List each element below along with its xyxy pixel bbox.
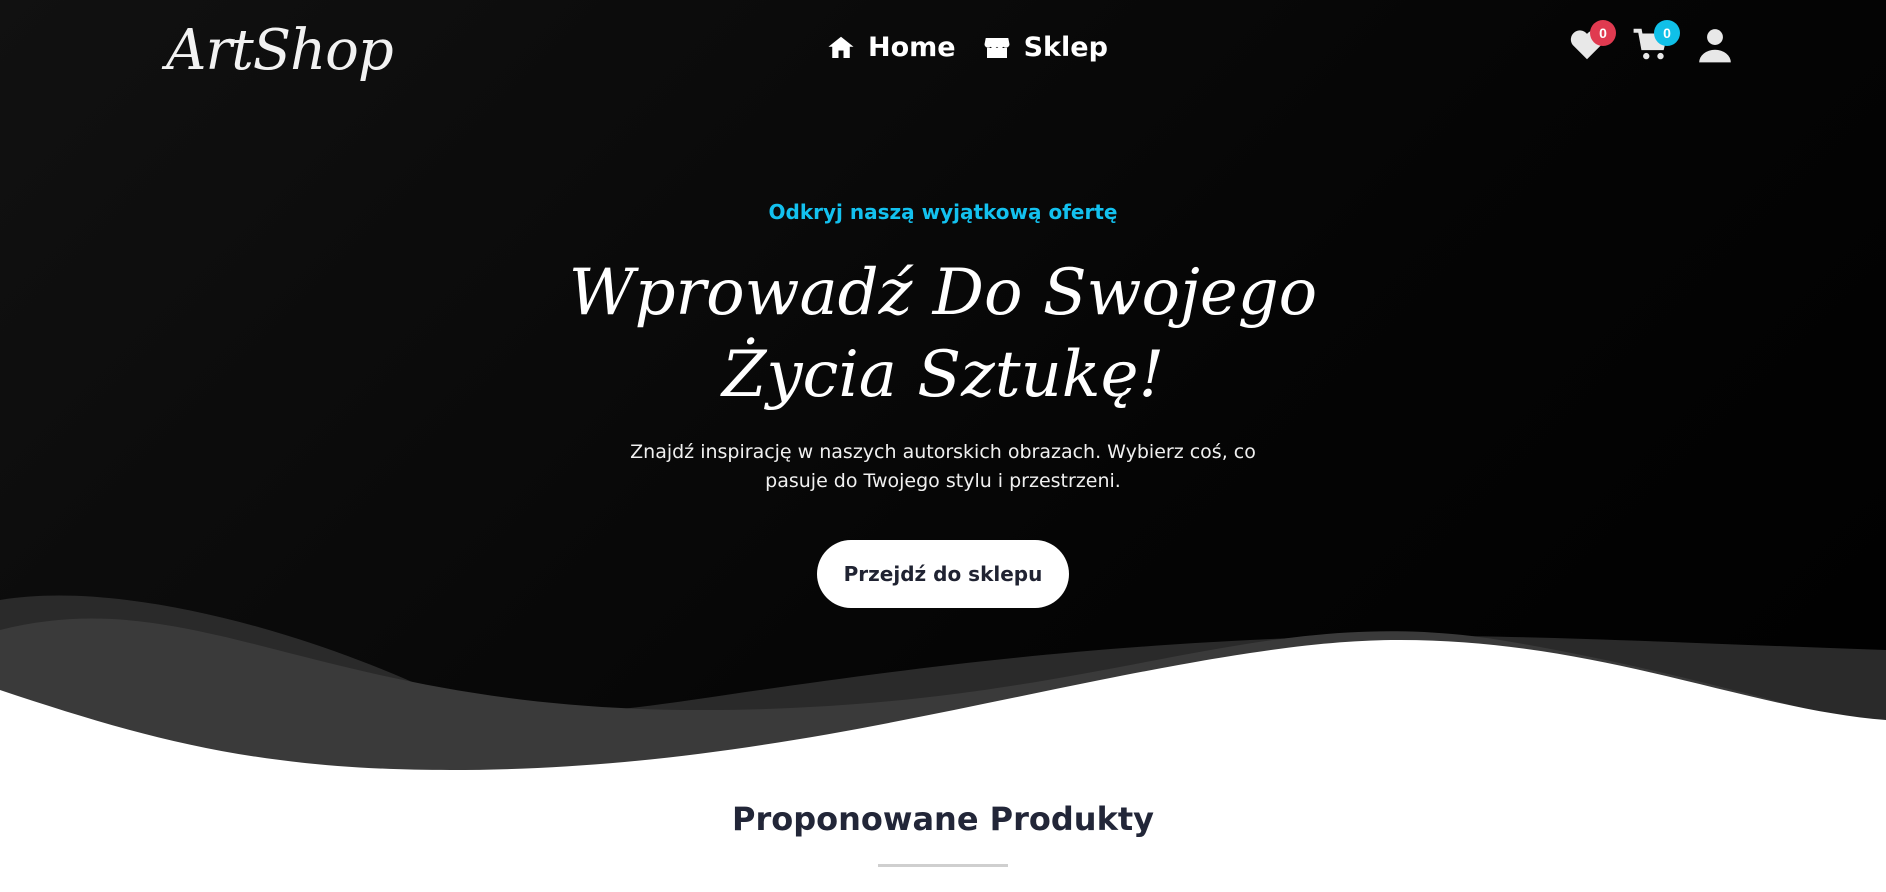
cart-count-badge: 0 — [1654, 20, 1680, 46]
section-divider — [878, 864, 1008, 867]
wishlist-count-badge: 0 — [1590, 20, 1616, 46]
hero-description: Znajdź inspirację w naszych autorskich o… — [630, 441, 1256, 492]
hero-title: Wprowadź Do Swojego Życia Sztukę! — [568, 256, 1318, 412]
logo[interactable]: ArtShop — [166, 18, 394, 83]
nav-shop-label: Sklep — [1023, 32, 1108, 63]
account-button[interactable] — [1696, 26, 1734, 66]
navbar: ArtShop Home Sklep 0 0 — [0, 0, 1886, 104]
cart-button[interactable]: 0 — [1632, 20, 1680, 66]
home-icon — [828, 36, 854, 58]
nav-actions: 0 0 — [1568, 20, 1734, 66]
section-title: Proponowane Produkty — [732, 800, 1154, 838]
nav-shop-link[interactable]: Sklep — [982, 32, 1108, 63]
nav-home-link[interactable]: Home — [826, 32, 956, 63]
go-to-shop-button[interactable]: Przejdź do sklepu — [816, 540, 1070, 608]
featured-products-section: Proponowane Produkty — [0, 800, 1886, 867]
hero-content: Odkryj naszą wyjątkową ofertę Wprowadź D… — [0, 200, 1886, 608]
hero-eyebrow: Odkryj naszą wyjątkową ofertę — [768, 200, 1118, 224]
main-nav: Home Sklep — [826, 32, 1108, 63]
store-icon — [984, 37, 1010, 58]
nav-home-label: Home — [868, 32, 956, 63]
wishlist-button[interactable]: 0 — [1568, 20, 1616, 66]
user-icon — [1699, 29, 1731, 63]
